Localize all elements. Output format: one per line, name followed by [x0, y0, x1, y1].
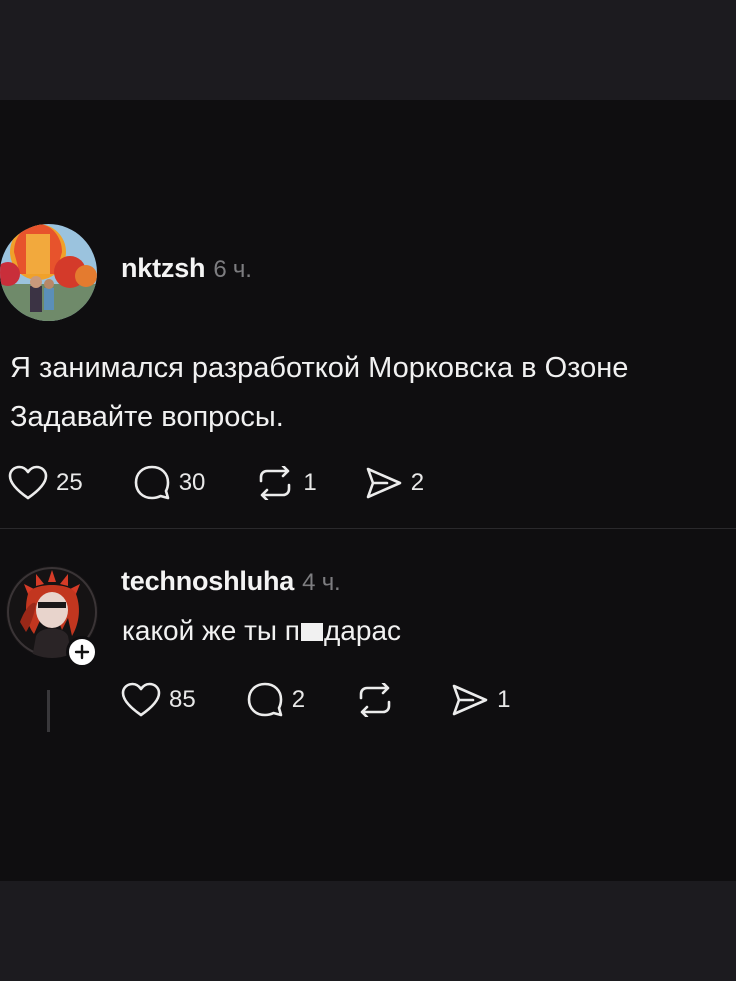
reply-username[interactable]: technoshluha 4 ч. — [121, 566, 341, 597]
heart-icon — [8, 465, 48, 500]
reply-repost-button[interactable] — [355, 683, 403, 717]
censor-mark — [300, 623, 323, 641]
post-body: Я занимался разработкой Морковска в Озон… — [10, 344, 628, 442]
top-letterbox — [0, 0, 736, 100]
send-icon — [366, 467, 402, 499]
reply-like-count: 85 — [169, 686, 196, 713]
reply-text-start: какой же ты п — [122, 615, 300, 646]
post-timestamp: 6 ч. — [213, 256, 252, 283]
reply-share-button[interactable]: 1 — [451, 682, 510, 718]
reply-username-text[interactable]: technoshluha — [121, 566, 294, 596]
reply-comment-count: 2 — [291, 686, 306, 713]
reply-like-button[interactable]: 85 — [121, 682, 196, 718]
comment-icon — [134, 465, 170, 500]
reply-comment-button[interactable]: 2 — [246, 681, 305, 719]
repost-icon — [359, 683, 391, 717]
reply-timestamp: 4 ч. — [302, 569, 341, 596]
reply-body: какой же ты п дарас — [122, 615, 401, 647]
like-count: 25 — [56, 469, 83, 496]
like-button[interactable]: 25 — [8, 465, 83, 501]
share-count: 2 — [410, 469, 425, 496]
bottom-letterbox — [0, 881, 736, 981]
repost-icon — [260, 466, 291, 500]
post-divider — [0, 528, 736, 529]
reply-actions: 85 2 1 — [121, 681, 510, 719]
post-line-1: Я занимался разработкой Морковска в Озон… — [10, 352, 629, 384]
comment-count: 30 — [178, 469, 206, 496]
post-avatar[interactable] — [0, 224, 97, 321]
post-username-text[interactable]: nktzsh — [121, 253, 206, 283]
reply-text-end: дарас — [323, 615, 402, 646]
share-button[interactable]: 2 — [365, 465, 424, 501]
post-username[interactable]: nktzsh 6 ч. — [121, 253, 252, 284]
plus-icon — [74, 644, 90, 660]
post-line-2: Задавайте вопросы. — [10, 401, 284, 433]
heart-icon — [121, 682, 161, 717]
send-icon — [452, 684, 488, 716]
thread-line — [47, 690, 50, 732]
repost-count: 1 — [303, 469, 317, 496]
follow-button[interactable] — [66, 636, 98, 668]
comment-icon — [247, 682, 283, 717]
reply-share-count: 1 — [497, 686, 511, 713]
comment-button[interactable]: 30 — [133, 464, 206, 502]
post-actions: 25 30 1 2 — [8, 464, 424, 502]
repost-button[interactable]: 1 — [255, 466, 317, 500]
threads-feed: nktzsh 6 ч. Я занимался разработкой Морко… — [0, 100, 736, 881]
